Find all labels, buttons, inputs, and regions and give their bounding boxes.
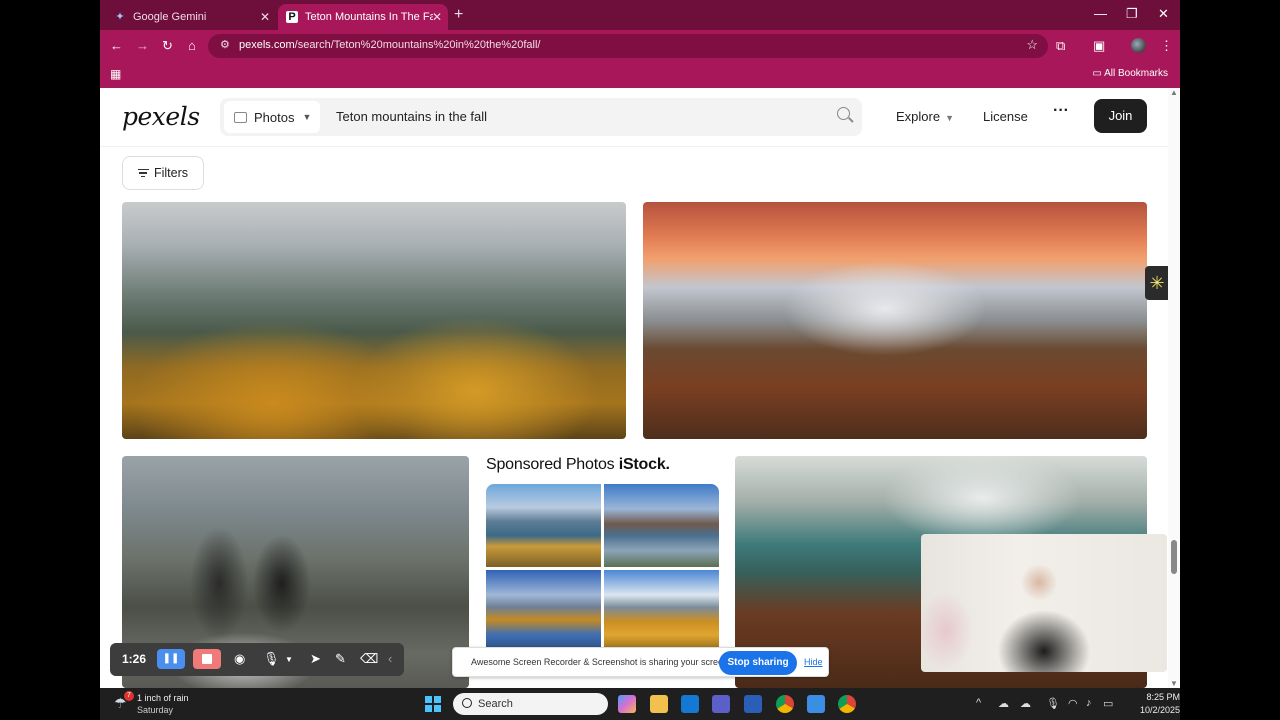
chevron-down-icon[interactable]: ▼ [285, 655, 293, 664]
recorder-toolbar: 1:26 ❚❚ ◉ 🎙 ▼ ➤ ✎ ⌫ ‹ [110, 643, 404, 676]
license-link[interactable]: License [983, 109, 1028, 124]
taskbar-search[interactable]: Search [453, 693, 608, 715]
sponsored-photo[interactable] [604, 570, 719, 653]
address-bar[interactable]: ⚙ pexels.com/search/Teton%20mountains%20… [208, 34, 1048, 58]
scroll-down-icon[interactable]: ▼ [1170, 679, 1178, 688]
cloud-icon[interactable]: ☁ [1020, 697, 1031, 710]
filter-icon [137, 167, 149, 180]
url-text[interactable]: pexels.com/search/Teton%20mountains%20in… [239, 39, 540, 51]
apps-grid-icon[interactable]: ▦ [110, 67, 121, 81]
sponsored-photo[interactable] [486, 570, 601, 653]
all-bookmarks-folder[interactable]: ▭ All Bookmarks [1092, 68, 1168, 79]
sponsored-title: Sponsored Photos iStock. [486, 456, 670, 473]
sponsored-photos: Sponsored Photos iStock. [486, 456, 720, 653]
webcam-overlay [921, 534, 1167, 672]
recording-timer: 1:26 [122, 652, 147, 666]
onedrive-icon[interactable]: ☁ [998, 697, 1009, 710]
join-button[interactable]: Join [1094, 99, 1147, 133]
weather-text[interactable]: 1 inch of rain [137, 693, 189, 703]
copilot-icon[interactable] [618, 695, 636, 713]
scroll-up-icon[interactable]: ▲ [1170, 88, 1178, 97]
header-divider [100, 146, 1180, 147]
tab-title: Teton Mountains In The Fall Ph [305, 11, 433, 23]
forward-icon[interactable]: → [136, 38, 149, 53]
new-tab-icon[interactable]: + [454, 6, 463, 24]
teams-icon[interactable] [712, 695, 730, 713]
chrome-icon[interactable] [776, 695, 794, 713]
microphone-icon[interactable]: 🎙 [1046, 697, 1060, 710]
bookmarks-bar: ▦ ▭ All Bookmarks [100, 62, 1180, 88]
wifi-icon[interactable]: ◠ [1068, 697, 1078, 710]
media-type-dropdown[interactable]: Photos ▼ [224, 101, 320, 133]
extensions-icon[interactable]: ⧉ [1056, 38, 1065, 54]
notification-badge: 7 [124, 691, 134, 701]
word-icon[interactable] [744, 695, 762, 713]
start-icon[interactable] [425, 696, 441, 712]
tray-overflow-icon[interactable]: ^ [976, 697, 981, 709]
menu-icon[interactable]: ⋮ [1160, 38, 1173, 54]
hide-link[interactable]: Hide [804, 657, 823, 667]
side-widget-icon[interactable]: ✳ [1145, 266, 1169, 300]
eraser-icon[interactable]: ⌫ [360, 651, 378, 667]
sponsored-photo[interactable] [486, 484, 601, 567]
clock-date[interactable]: 10/2/2025 [1130, 705, 1180, 715]
photos-app-icon[interactable] [807, 695, 825, 713]
close-window-icon[interactable]: ✕ [1158, 6, 1169, 22]
search-icon [462, 698, 472, 708]
camera-icon[interactable]: ◉ [234, 651, 245, 667]
pexels-logo[interactable]: pexels [122, 102, 200, 131]
tab-strip: ✦ Google Gemini ✕ P Teton Mountains In T… [100, 0, 1180, 30]
screen-share-bar: Awesome Screen Recorder & Screenshot is … [452, 647, 829, 677]
back-icon[interactable]: ← [110, 38, 123, 53]
search-icon[interactable] [837, 107, 850, 120]
sponsored-photo[interactable] [604, 484, 719, 567]
clock-time[interactable]: 8:25 PM [1136, 692, 1180, 702]
battery-icon[interactable]: ▭ [1103, 697, 1113, 710]
tab-pexels[interactable]: P Teton Mountains In The Fall Ph ✕ [278, 4, 448, 30]
pause-button[interactable]: ❚❚ [157, 649, 185, 669]
stop-sharing-button[interactable]: Stop sharing [719, 651, 797, 675]
chrome-icon[interactable] [838, 695, 856, 713]
windows-taskbar: ☂ 7 1 inch of rain Saturday Search ^ ☁ ☁… [100, 688, 1180, 720]
image-icon [234, 111, 247, 123]
tab-google-gemini[interactable]: ✦ Google Gemini ✕ [106, 4, 276, 30]
volume-icon[interactable]: ♪ [1086, 697, 1092, 709]
reload-icon[interactable]: ↻ [162, 38, 173, 54]
close-tab-icon[interactable]: ✕ [260, 10, 270, 24]
more-menu-icon[interactable]: ··· [1053, 102, 1069, 120]
explore-menu[interactable]: Explore ▼ [896, 109, 954, 124]
photo-result[interactable] [643, 202, 1147, 439]
chevron-down-icon: ▼ [945, 113, 954, 123]
minimize-icon[interactable]: — [1094, 6, 1107, 21]
photo-result[interactable] [122, 202, 626, 439]
split-view-icon[interactable]: ▣ [1093, 38, 1105, 54]
folder-icon: ▭ [1092, 68, 1102, 79]
bookmark-star-icon[interactable]: ☆ [1026, 37, 1038, 53]
gemini-icon: ✦ [115, 11, 125, 23]
page-scrollbar[interactable]: ▲ ▼ [1168, 88, 1180, 688]
tab-title: Google Gemini [133, 11, 207, 23]
close-tab-icon[interactable]: ✕ [432, 10, 442, 24]
filters-button[interactable]: Filters [122, 156, 204, 190]
cursor-icon[interactable]: ➤ [310, 651, 321, 667]
home-icon[interactable]: ⌂ [188, 38, 196, 53]
weather-day[interactable]: Saturday [137, 705, 173, 715]
istock-logo: iStock. [618, 456, 670, 473]
browser-toolbar: ← → ↻ ⌂ ⚙ pexels.com/search/Teton%20moun… [100, 30, 1180, 62]
microphone-icon[interactable]: 🎙 [263, 651, 280, 667]
profile-avatar[interactable] [1131, 38, 1146, 53]
chevron-down-icon: ▼ [302, 112, 312, 122]
search-input[interactable]: Teton mountains in the fall [336, 109, 487, 124]
search-bar: Photos ▼ Teton mountains in the fall [220, 98, 862, 136]
file-explorer-icon[interactable] [650, 695, 668, 713]
collapse-icon[interactable]: ‹ [388, 651, 392, 666]
scroll-thumb[interactable] [1171, 540, 1177, 574]
site-info-icon[interactable]: ⚙ [220, 38, 230, 51]
pexels-icon: P [286, 11, 298, 23]
pen-icon[interactable]: ✎ [335, 651, 346, 667]
share-message: Awesome Screen Recorder & Screenshot is … [471, 657, 731, 667]
stop-recording-button[interactable] [193, 649, 221, 669]
maximize-icon[interactable]: ❐ [1126, 6, 1138, 22]
outlook-icon[interactable] [681, 695, 699, 713]
